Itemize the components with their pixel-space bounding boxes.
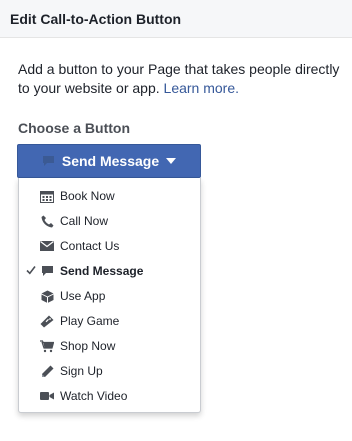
button-type-menu: Book Now Call Now Contact Us Send Messag…	[18, 178, 201, 413]
menu-item-contact-us[interactable]: Contact Us	[19, 234, 200, 258]
dialog-title: Edit Call-to-Action Button	[10, 11, 182, 27]
menu-item-label: Contact Us	[60, 239, 120, 253]
dialog-header: Edit Call-to-Action Button	[0, 0, 352, 38]
send-message-dropdown-button[interactable]: Send Message	[17, 144, 201, 178]
menu-item-label: Book Now	[60, 189, 115, 203]
gamepad-icon	[40, 314, 54, 328]
menu-item-label: Call Now	[60, 214, 109, 228]
cta-button-label: Send Message	[61, 153, 160, 169]
menu-item-sign-up[interactable]: Sign Up	[19, 359, 200, 383]
phone-icon	[40, 214, 54, 228]
cube-icon	[40, 289, 54, 303]
pencil-icon	[40, 364, 54, 378]
menu-item-label: Play Game	[60, 314, 120, 328]
calendar-icon	[40, 189, 54, 203]
caret-down-icon	[166, 158, 177, 164]
checkmark-icon	[26, 265, 36, 277]
video-camera-icon	[40, 389, 54, 403]
description: Add a button to your Page that takes peo…	[18, 60, 348, 98]
speech-bubble-icon	[40, 264, 54, 278]
menu-item-call-now[interactable]: Call Now	[19, 209, 200, 233]
speech-bubble-icon	[42, 155, 55, 167]
menu-item-shop-now[interactable]: Shop Now	[19, 334, 200, 358]
cart-icon	[40, 339, 54, 353]
menu-item-label: Sign Up	[60, 364, 103, 378]
envelope-icon	[40, 239, 54, 253]
menu-item-watch-video[interactable]: Watch Video	[19, 384, 200, 408]
menu-item-label: Use App	[60, 289, 106, 303]
menu-item-send-message[interactable]: Send Message	[19, 259, 200, 283]
menu-item-label: Shop Now	[60, 339, 116, 353]
learn-more-link[interactable]: Learn more.	[164, 80, 239, 96]
menu-item-play-game[interactable]: Play Game	[19, 309, 200, 333]
menu-item-use-app[interactable]: Use App	[19, 284, 200, 308]
menu-item-label: Watch Video	[60, 389, 128, 403]
menu-item-book-now[interactable]: Book Now	[19, 184, 200, 208]
menu-item-label: Send Message	[60, 264, 144, 278]
section-title: Choose a Button	[18, 120, 130, 136]
